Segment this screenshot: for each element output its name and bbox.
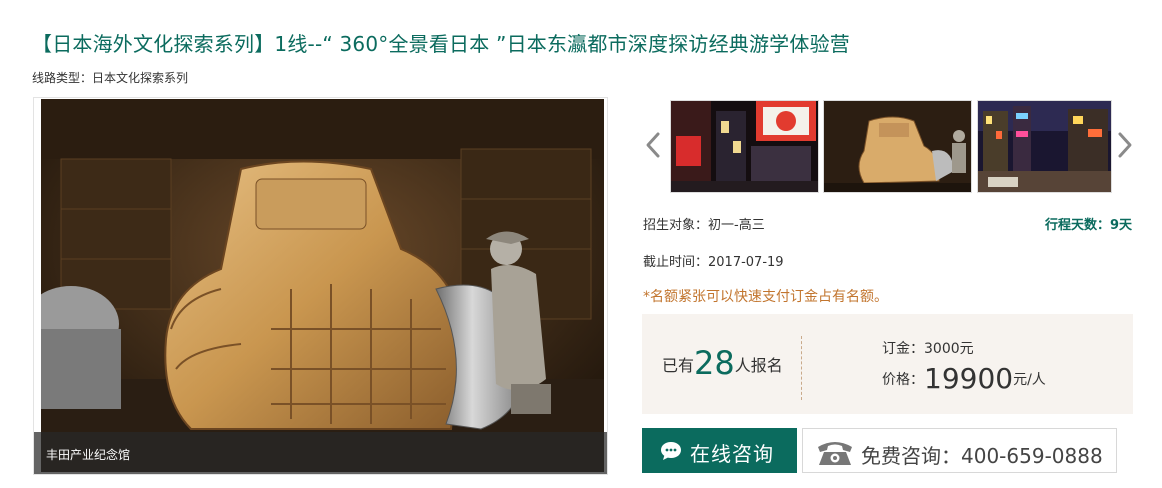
chat-bubble-icon xyxy=(659,440,683,466)
thumbnail-3[interactable] xyxy=(977,100,1112,193)
price-unit: 元/人 xyxy=(1013,372,1046,388)
main-photo[interactable]: 丰田产业纪念馆 xyxy=(33,97,608,475)
main-photo-image xyxy=(41,99,604,472)
deposit: 订金：3000元 xyxy=(882,341,974,357)
price-box: 已有28人报名 订金：3000元 价格：19900元/人 xyxy=(642,314,1133,414)
divider xyxy=(801,336,802,400)
chevron-left-icon[interactable] xyxy=(643,128,665,162)
trip-days: 行程天数：9天 xyxy=(1044,218,1132,233)
page-title: 【日本海外文化探索系列】1线--“ 360°全景看日本 ”日本东瀛都市深度探访经… xyxy=(32,32,850,56)
free-phone-consult-label: 免费咨询：400-659-0888 xyxy=(861,444,1103,468)
thumbnail-1[interactable] xyxy=(670,100,819,193)
enrolled-count: 已有28人报名 xyxy=(662,344,783,382)
route-type-label: 线路类型：日本文化探索系列 xyxy=(32,71,189,85)
target-audience: 招生对象：初一-高三 xyxy=(643,218,765,233)
telephone-icon xyxy=(815,437,855,471)
price: 价格：19900元/人 xyxy=(882,362,1046,395)
deadline: 截止时间：2017-07-19 xyxy=(643,255,784,270)
free-phone-consult-button[interactable]: 免费咨询：400-659-0888 xyxy=(802,428,1117,473)
enrolled-suffix: 人报名 xyxy=(734,356,783,375)
thumbnail-2[interactable] xyxy=(823,100,972,193)
chevron-right-icon[interactable] xyxy=(1113,128,1135,162)
enrolled-number: 28 xyxy=(694,344,735,382)
online-consult-label: 在线咨询 xyxy=(690,442,774,466)
quota-notice: *名额紧张可以快速支付订金占有名额。 xyxy=(643,289,888,305)
price-amount: 19900 xyxy=(924,362,1014,395)
caption-bar: 丰田产业纪念馆 xyxy=(34,432,607,474)
online-consult-button[interactable]: 在线咨询 xyxy=(642,428,797,473)
price-label: 价格： xyxy=(882,372,924,388)
enrolled-prefix: 已有 xyxy=(662,356,695,375)
photo-caption: 丰田产业纪念馆 xyxy=(46,448,131,462)
